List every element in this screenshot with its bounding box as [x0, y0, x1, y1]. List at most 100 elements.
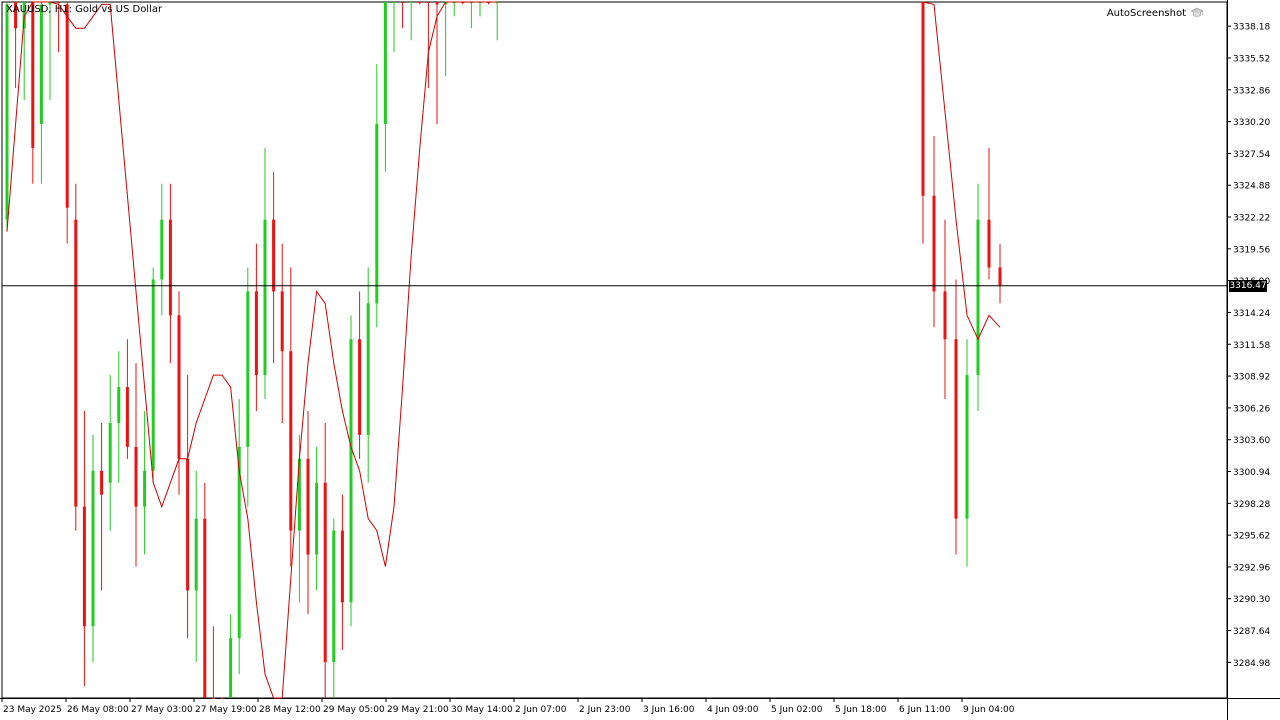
y-tick-label: 3327.54 [1233, 150, 1270, 160]
chart-frame [0, 0, 1280, 720]
candle-body [246, 291, 250, 447]
candle-body [31, 2, 35, 148]
y-tick-label: 3330.20 [1233, 118, 1270, 128]
x-tick-label: 30 May 14:00 [451, 705, 513, 715]
y-tick-label: 3306.26 [1233, 404, 1270, 414]
candle-body [186, 458, 190, 591]
x-tick-label: 27 May 03:00 [131, 705, 193, 715]
candle-body [100, 470, 104, 495]
candle-body [57, 2, 61, 3]
candle-body [160, 219, 164, 280]
x-tick-label: 27 May 19:00 [195, 705, 257, 715]
candle-body [74, 219, 78, 507]
candle-body [392, 2, 396, 3]
candle-body [272, 219, 276, 292]
candle-body [965, 375, 969, 519]
candle-body [435, 2, 439, 5]
y-tick-label: 3322.22 [1233, 214, 1270, 224]
y-tick-label: 3300.94 [1233, 468, 1270, 478]
x-tick-label: 2 Jun 23:00 [579, 705, 631, 715]
x-tick-label: 2 Jun 07:00 [515, 705, 567, 715]
candle-body [82, 506, 86, 627]
candle-body [194, 518, 198, 591]
candle-body [383, 2, 387, 124]
candle-body [349, 339, 353, 603]
y-tick-label: 3332.86 [1233, 86, 1270, 96]
x-tick-label: 29 May 05:00 [323, 705, 385, 715]
candle-body [998, 267, 1002, 286]
candle [5, 2, 9, 232]
candle-body [254, 291, 258, 376]
y-tick-label: 3319.56 [1233, 245, 1270, 255]
y-tick-label: 3311.58 [1233, 341, 1270, 351]
y-tick-label: 3298.28 [1233, 500, 1270, 510]
x-tick-label: 26 May 08:00 [67, 705, 129, 715]
candle-body [151, 279, 155, 471]
candle-body [211, 698, 215, 699]
candle-body [409, 2, 413, 3]
chart-window[interactable]: 3338.18 3335.52 3332.86 3330.20 3327.54 3324.… [0, 0, 1280, 720]
y-tick-label: 3295.62 [1233, 532, 1270, 542]
candle-body [987, 219, 991, 268]
candle-body [932, 195, 936, 292]
candle-body [426, 2, 430, 3]
y-tick-label: 3292.96 [1233, 563, 1270, 573]
price-axis[interactable]: 3338.18 3335.52 3332.86 3330.20 3327.54 3324.… [1227, 23, 1270, 669]
y-tick-label: 3284.98 [1233, 659, 1270, 669]
candle-body [332, 530, 336, 663]
auto-screenshot-plugin[interactable]: AutoScreenshot [1107, 7, 1204, 19]
candle-body [229, 638, 233, 698]
candle-body [5, 4, 9, 220]
candle-body [65, 4, 69, 208]
candle-body [39, 4, 43, 124]
candle [65, 2, 69, 244]
symbol-caption: XAUUSD, H1: Gold vs US Dollar [6, 4, 163, 15]
candle-body [280, 291, 284, 352]
candle-body [263, 219, 267, 376]
graduation-cap-icon [1190, 7, 1204, 17]
candle-body [306, 458, 310, 555]
y-tick-label: 3287.64 [1233, 627, 1270, 637]
x-tick-label: 23 May 2025 [3, 705, 62, 715]
candle-body [289, 351, 293, 531]
x-tick-label: 9 Jun 04:00 [963, 705, 1015, 715]
candle [74, 183, 78, 531]
y-tick-label: 3314.24 [1233, 309, 1270, 319]
price-chart[interactable]: 3338.18 3335.52 3332.86 3330.20 3327.54 3324.… [0, 0, 1280, 720]
candle-body [177, 315, 181, 459]
candle-body [220, 698, 224, 699]
candle-body [954, 339, 958, 519]
candle-body [108, 422, 112, 483]
candle-body [203, 518, 207, 698]
x-tick-label: 5 Jun 18:00 [835, 705, 887, 715]
y-tick-label: 3324.88 [1233, 182, 1270, 192]
candle-body [125, 387, 129, 447]
y-tick-label: 3290.30 [1233, 595, 1270, 605]
y-tick-label: 3335.52 [1233, 54, 1270, 64]
x-tick-label: 3 Jun 16:00 [643, 705, 695, 715]
x-tick-label: 29 May 21:00 [387, 705, 449, 715]
plugin-label: AutoScreenshot [1106, 7, 1186, 19]
candle-body [418, 2, 422, 3]
candle-body [91, 470, 95, 627]
candle-body [323, 482, 327, 663]
candle-body [315, 482, 319, 555]
candle-body [366, 303, 370, 435]
x-tick-label: 4 Jun 09:00 [707, 705, 759, 715]
candle-body [976, 219, 980, 376]
candle-body [143, 470, 147, 507]
current-price-tag: 3316.47 [1229, 279, 1267, 292]
candle-body [358, 339, 362, 435]
candle-body [340, 530, 344, 603]
candle-body [943, 291, 947, 340]
time-axis[interactable]: 23 May 2025 26 May 08:00 27 May 03:00 27 Ma… [1, 698, 1015, 715]
candle-body [375, 123, 379, 304]
plot-border [1, 1, 1228, 699]
candle [151, 267, 155, 483]
candle-body [134, 446, 138, 507]
y-tick-label: 3308.92 [1233, 373, 1270, 383]
candle-body [401, 2, 405, 3]
candle [220, 698, 224, 699]
candle-body [921, 2, 925, 196]
x-tick-label: 6 Jun 11:00 [899, 705, 951, 715]
